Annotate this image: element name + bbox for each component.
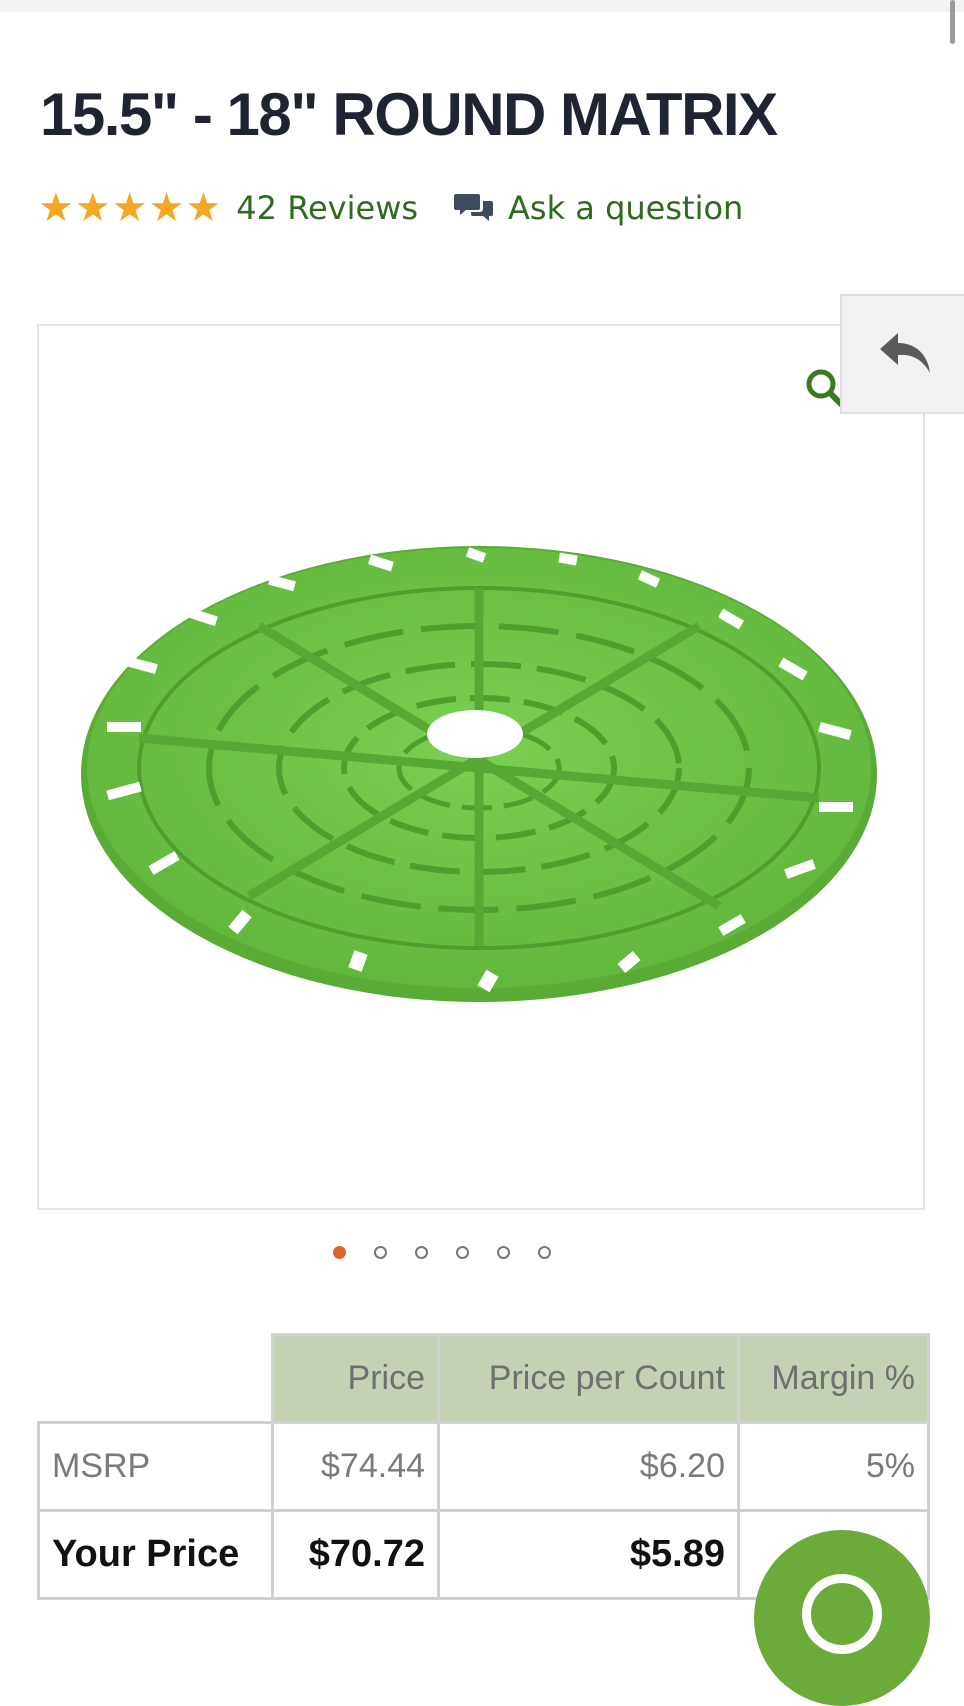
page-title: 15.5" - 18" ROUND MATRIX [40, 81, 778, 148]
rating-row: ★ ★ ★ ★ ★ 42 Reviews Ask a question [38, 184, 743, 232]
chat-icon [802, 1574, 882, 1654]
cell-price: $70.72 [271, 1509, 440, 1600]
cell-price-per-count: $6.20 [437, 1421, 740, 1512]
star-icon: ★ [74, 185, 111, 231]
table-header-price-per-count: Price per Count [437, 1333, 740, 1424]
undo-arrow-icon [880, 333, 930, 373]
carousel-dot[interactable] [415, 1246, 428, 1259]
product-image [81, 546, 877, 1002]
table-row-msrp: MSRP $74.44 $6.20 5% [37, 1421, 930, 1512]
reviews-link[interactable]: 42 Reviews [236, 189, 418, 227]
carousel-dot[interactable] [456, 1246, 469, 1259]
back-button[interactable] [840, 294, 964, 414]
table-header-margin: Margin % [737, 1333, 930, 1424]
carousel-dot[interactable] [497, 1246, 510, 1259]
row-label: MSRP [37, 1421, 274, 1512]
star-icon: ★ [185, 185, 222, 231]
cell-margin: 5% [737, 1421, 930, 1512]
table-header-price: Price [271, 1333, 440, 1424]
star-rating: ★ ★ ★ ★ ★ [38, 188, 222, 228]
star-icon: ★ [111, 185, 148, 231]
row-label: Your Price [37, 1509, 274, 1600]
ask-question-label: Ask a question [508, 189, 744, 227]
chat-bubbles-icon [454, 194, 494, 221]
cell-price-per-count: $5.89 [437, 1509, 740, 1600]
scrollbar[interactable] [950, 0, 955, 44]
carousel-dot[interactable] [374, 1246, 387, 1259]
ask-question-link[interactable]: Ask a question [454, 189, 743, 227]
top-bar [0, 0, 964, 12]
star-icon: ★ [38, 185, 74, 231]
chat-fab-button[interactable] [754, 1530, 930, 1706]
star-icon: ★ [148, 185, 185, 231]
pricing-header-row: Price Price per Count Margin % [38, 1333, 930, 1424]
table-header-blank [38, 1334, 273, 1423]
carousel-dot[interactable] [333, 1246, 346, 1259]
carousel-dots [0, 1246, 964, 1266]
product-gallery[interactable] [37, 324, 925, 1210]
cell-price: $74.44 [271, 1421, 440, 1512]
carousel-dot[interactable] [538, 1246, 551, 1259]
